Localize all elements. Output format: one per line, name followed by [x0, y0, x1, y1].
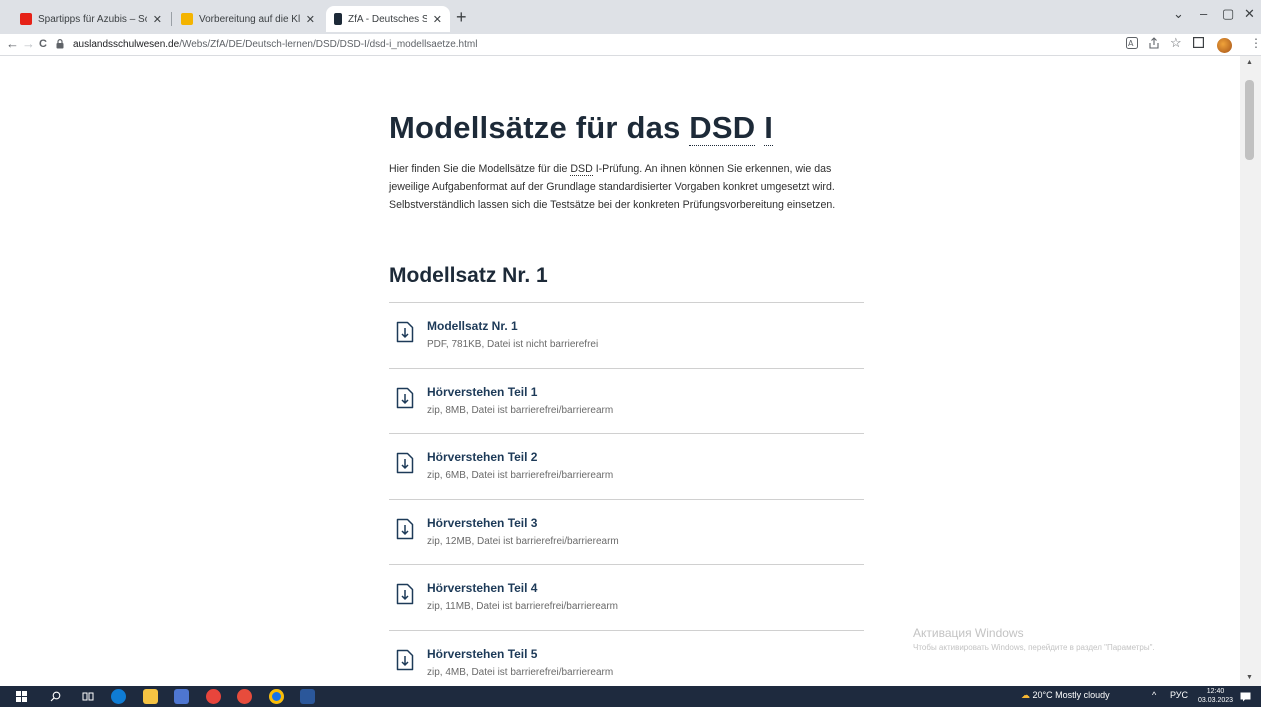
browser-toolbar: ← → C auslandsschulwesen.de/Webs/ZfA/DE/… — [0, 34, 1261, 56]
maximize-button[interactable]: ▢ — [1222, 6, 1234, 22]
task-view-icon[interactable] — [80, 689, 95, 704]
word-icon[interactable] — [300, 689, 315, 704]
windows-taskbar: ☁ 20°C Mostly cloudy ^ РУС 12:40 03.03.2… — [0, 686, 1261, 707]
download-link[interactable]: Hörverstehen Teil 2 — [427, 450, 537, 464]
back-button[interactable]: ← — [6, 36, 19, 51]
tab-separator — [171, 12, 172, 26]
download-item[interactable]: Modellsatz Nr. 1 PDF, 781KB, Datei ist ni… — [389, 302, 864, 368]
cloud-icon: ☁ — [1021, 690, 1030, 700]
tab-zfa-active[interactable]: ZfA - Deutsches Sprachdiplom ( ✕ — [326, 6, 450, 32]
profile-avatar[interactable] — [1217, 38, 1232, 53]
tab-search-button[interactable]: ⌄ — [1173, 6, 1184, 22]
download-link[interactable]: Hörverstehen Teil 3 — [427, 516, 537, 530]
scroll-down-arrow-icon[interactable]: ▼ — [1246, 674, 1253, 681]
dsd-abbreviation[interactable]: DSD — [689, 110, 756, 146]
tab-title: Spartipps für Azubis – So sparst — [38, 13, 147, 25]
download-item[interactable]: Hörverstehen Teil 2 zip, 6MB, Datei ist b… — [389, 433, 864, 499]
tab-spartipps[interactable]: Spartipps für Azubis – So sparst ✕ — [12, 6, 170, 32]
windows-activation-watermark: Активация Windows Чтобы активировать Win… — [913, 626, 1155, 652]
page-title: Modellsätze für das DSD I — [389, 110, 774, 146]
tab-title: ZfA - Deutsches Sprachdiplom ( — [348, 13, 427, 25]
download-meta: zip, 11MB, Datei ist barrierefrei/barrie… — [427, 601, 618, 613]
notification-icon[interactable] — [1238, 689, 1253, 704]
download-link[interactable]: Hörverstehen Teil 1 — [427, 385, 537, 399]
scroll-up-arrow-icon[interactable]: ▲ — [1246, 59, 1253, 66]
browser-tab-strip: Spartipps für Azubis – So sparst ✕ Vorbe… — [0, 0, 1261, 34]
weather-text: 20°C Mostly cloudy — [1032, 690, 1110, 700]
download-file-icon[interactable] — [396, 518, 414, 540]
page-title-text: Modellsätze für das — [389, 110, 690, 145]
tab-title: Vorbereitung auf die Klasse 11 - — [199, 13, 300, 25]
download-meta: zip, 12MB, Datei ist barrierefrei/barrie… — [427, 535, 619, 547]
calendar-icon[interactable] — [174, 689, 189, 704]
watermark-title: Активация Windows — [913, 626, 1024, 640]
close-tab-icon[interactable]: ✕ — [433, 13, 442, 26]
chrome-icon[interactable] — [269, 689, 284, 704]
lock-icon[interactable] — [56, 38, 65, 51]
download-file-icon[interactable] — [396, 583, 414, 605]
yandex-icon[interactable] — [206, 689, 221, 704]
download-item[interactable]: Hörverstehen Teil 5 zip, 4MB, Datei ist b… — [389, 629, 864, 686]
file-explorer-icon[interactable] — [143, 689, 158, 704]
new-tab-button[interactable]: + — [456, 8, 467, 26]
roman-one-abbreviation[interactable]: I — [764, 110, 774, 146]
download-file-icon[interactable] — [396, 452, 414, 474]
download-link[interactable]: Hörverstehen Teil 5 — [427, 647, 537, 661]
zfa-logo-icon — [334, 13, 342, 25]
intro-text: Hier finden Sie die Modellsätze für die — [389, 163, 571, 175]
weather-widget[interactable]: ☁ 20°C Mostly cloudy — [1021, 690, 1110, 701]
watermark-subtitle: Чтобы активировать Windows, перейдите в … — [913, 643, 1155, 652]
download-item[interactable]: Hörverstehen Teil 1 zip, 8MB, Datei ist b… — [389, 367, 864, 434]
download-file-icon[interactable] — [396, 321, 414, 343]
clock[interactable]: 12:40 03.03.2023 — [1198, 687, 1233, 705]
forward-button[interactable]: → — [22, 36, 35, 51]
svg-text:A: A — [1128, 39, 1134, 48]
close-tab-icon[interactable]: ✕ — [153, 13, 162, 26]
close-window-button[interactable]: ✕ — [1244, 6, 1255, 22]
minimize-button[interactable]: – — [1200, 6, 1207, 21]
youtube-icon — [20, 13, 32, 25]
download-file-icon[interactable] — [396, 387, 414, 409]
download-link[interactable]: Modellsatz Nr. 1 — [427, 319, 518, 333]
slides-icon — [181, 13, 193, 25]
download-meta: zip, 8MB, Datei ist barrierefrei/barrier… — [427, 404, 614, 416]
tab-vorbereitung[interactable]: Vorbereitung auf die Klasse 11 - ✕ — [173, 6, 323, 32]
download-meta: PDF, 781KB, Datei ist nicht barrierefrei — [427, 339, 599, 350]
url-path: /Webs/ZfA/DE/Deutsch-lernen/DSD/DSD-I/ds… — [179, 39, 478, 50]
edge-icon[interactable] — [111, 689, 126, 704]
download-link[interactable]: Hörverstehen Teil 4 — [427, 581, 537, 595]
keyboard-language[interactable]: РУС — [1170, 690, 1188, 700]
browser-menu-icon[interactable]: ⋮ — [1250, 36, 1261, 50]
section-heading: Modellsatz Nr. 1 — [389, 264, 548, 287]
tray-overflow-icon[interactable]: ^ — [1152, 690, 1156, 700]
bookmark-star-icon[interactable]: ☆ — [1170, 35, 1182, 51]
yandex-browser-icon[interactable] — [237, 689, 252, 704]
page-scrollbar[interactable]: ▲ ▼ — [1240, 56, 1261, 686]
close-tab-icon[interactable]: ✕ — [306, 13, 315, 26]
download-item[interactable]: Hörverstehen Teil 3 zip, 12MB, Datei ist … — [389, 498, 864, 565]
translate-icon[interactable]: A — [1126, 37, 1138, 52]
url-host: auslandsschulwesen.de — [73, 39, 180, 50]
download-file-icon[interactable] — [396, 649, 414, 671]
clock-time: 12:40 — [1206, 688, 1225, 695]
windows-start-icon[interactable] — [14, 689, 29, 704]
scrollbar-thumb[interactable] — [1245, 80, 1254, 160]
address-bar[interactable]: auslandsschulwesen.de/Webs/ZfA/DE/Deutsc… — [56, 35, 1106, 54]
web-page: Modellsätze für das DSD I Hier finden Si… — [0, 56, 1240, 686]
search-icon[interactable] — [48, 689, 63, 704]
side-panel-icon[interactable] — [1192, 36, 1205, 51]
share-icon[interactable] — [1148, 37, 1160, 52]
download-list: Modellsatz Nr. 1 PDF, 781KB, Datei ist ni… — [389, 302, 864, 686]
download-item[interactable]: Hörverstehen Teil 4 zip, 11MB, Datei ist … — [389, 564, 864, 630]
download-meta: zip, 6MB, Datei ist barrierefrei/barrier… — [427, 470, 614, 482]
download-meta: zip, 4MB, Datei ist barrierefrei/barrier… — [427, 666, 614, 678]
dsd-abbreviation[interactable]: DSD — [570, 163, 593, 176]
clock-date: 03.03.2023 — [1198, 697, 1234, 704]
intro-paragraph: Hier finden Sie die Modellsätze für die … — [389, 160, 864, 214]
reload-button[interactable]: C — [39, 38, 47, 50]
